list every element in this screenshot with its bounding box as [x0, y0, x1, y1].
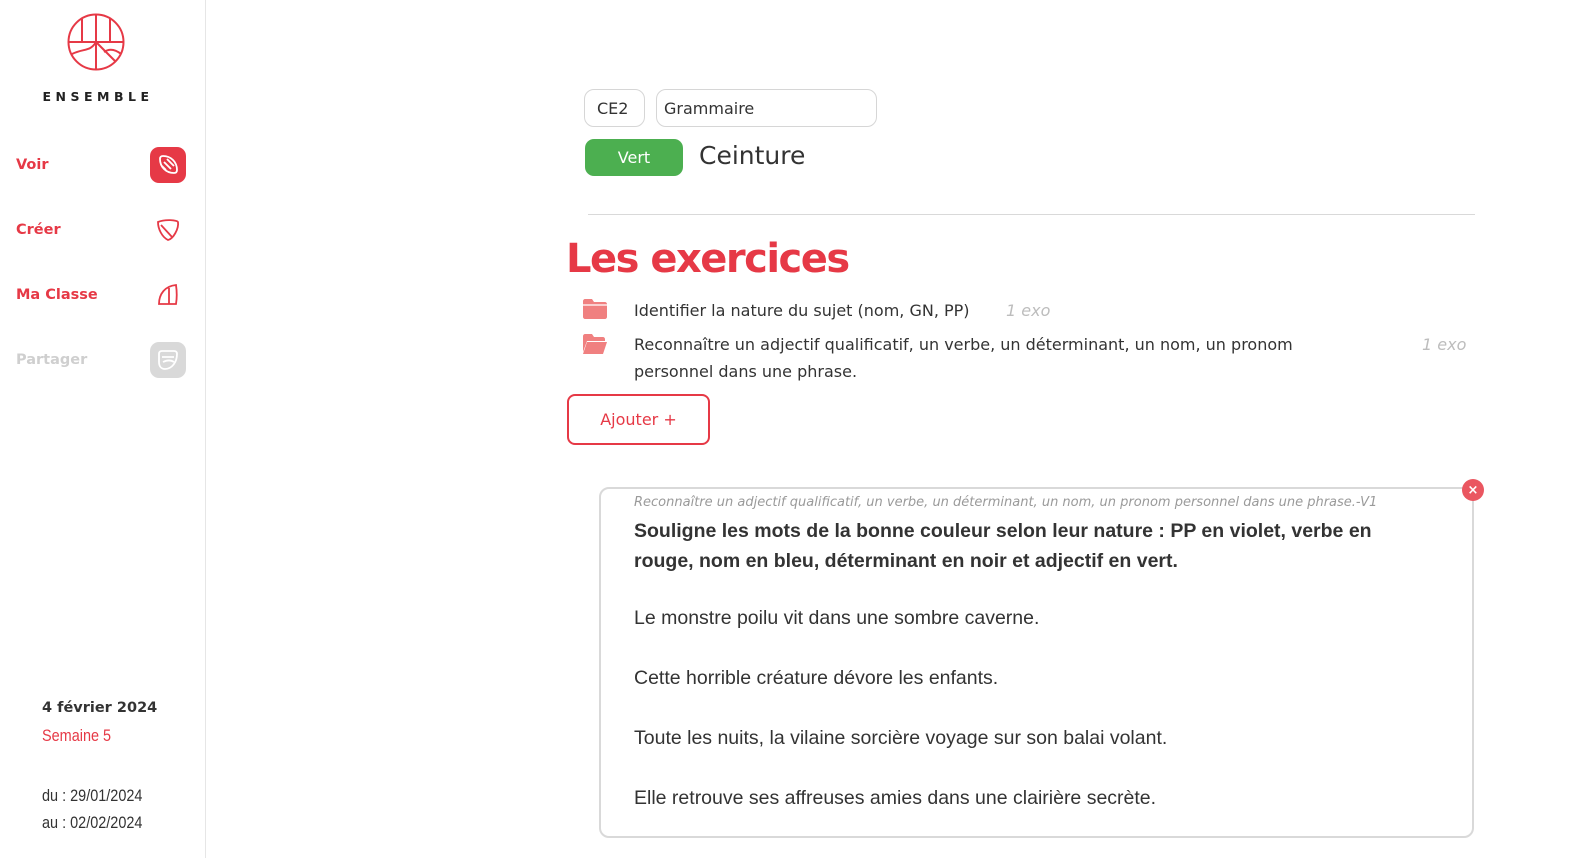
leaf-pencil-icon: [150, 212, 186, 248]
exercise-reference: Reconnaître un adjectif qualificatif, un…: [634, 495, 1378, 510]
date-range: du : 29/01/2024 au : 02/02/2024: [42, 782, 142, 836]
exercises-title: Les exercices: [566, 236, 850, 282]
nav-item-creer[interactable]: Créer: [16, 210, 186, 250]
nav-item-ma-classe[interactable]: Ma Classe: [16, 275, 186, 315]
leaf-book-icon: [150, 147, 186, 183]
exercise-card: Reconnaître un adjectif qualificatif, un…: [599, 487, 1474, 838]
exercise-sentence: Le monstre poilu vit dans une sombre cav…: [634, 607, 1040, 629]
nav-item-label: Ma Classe: [16, 287, 98, 303]
exercise-item[interactable]: Identifier la nature du sujet (nom, GN, …: [582, 298, 970, 320]
exercise-sentence: Toute les nuits, la vilaine sorcière voy…: [634, 727, 1168, 749]
exercise-title: Identifier la nature du sujet (nom, GN, …: [634, 301, 970, 320]
nav-item-label: Partager: [16, 352, 88, 368]
brand-name: ENSEMBLE: [42, 89, 154, 104]
folder-icon: [583, 299, 607, 319]
nav-item-partager[interactable]: Partager: [16, 340, 186, 380]
folder-open-icon: [583, 334, 607, 354]
divider: [588, 214, 1475, 215]
date-range-end: au : 02/02/2024: [42, 813, 143, 832]
week-number: Semaine 5: [42, 726, 112, 745]
belt-color-badge[interactable]: Vert: [585, 139, 683, 176]
exercise-title: Reconnaître un adjectif qualificatif, un…: [634, 335, 1293, 381]
belt-label: Ceinture: [699, 141, 806, 170]
close-icon[interactable]: ×: [1462, 479, 1484, 501]
nav-item-label: Créer: [16, 222, 61, 238]
week-info: 4 février 2024 Semaine 5 du : 29/01/2024…: [42, 700, 160, 836]
nav-item-voir[interactable]: Voir: [16, 145, 186, 185]
exercise-instruction: Souligne les mots de la bonne couleur se…: [634, 520, 1372, 572]
exercise-sentence: Cette horrible créature dévore les enfan…: [634, 667, 999, 689]
nav-item-label: Voir: [16, 157, 49, 173]
half-leaf-icon: [150, 277, 186, 313]
exercise-sentence: Elle retrouve ses affreuses amies dans u…: [634, 787, 1157, 809]
exercise-count: 1 exo: [1006, 301, 1051, 320]
exercise-item[interactable]: Reconnaître un adjectif qualificatif, un…: [582, 333, 1293, 381]
domain-selector[interactable]: Grammaire: [656, 89, 877, 127]
sidebar: ENSEMBLE Voir Créer Ma Classe Partager 4…: [0, 0, 206, 858]
leaf-share-icon: [150, 342, 186, 378]
level-selector[interactable]: CE2: [584, 89, 645, 127]
exercise-count: 1 exo: [1422, 335, 1467, 354]
ensemble-logo[interactable]: [66, 12, 126, 72]
current-date: 4 février 2024: [42, 700, 158, 716]
date-range-start: du : 29/01/2024: [42, 786, 143, 805]
add-exercise-button[interactable]: Ajouter +: [567, 394, 710, 445]
